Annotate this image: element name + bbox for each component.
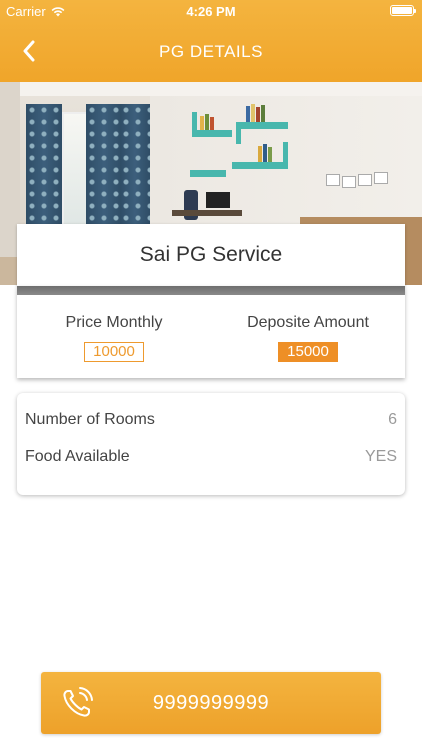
- navigation-bar: PG DETAILS: [0, 22, 422, 82]
- price-card: Price Monthly 10000 Deposite Amount 1500…: [17, 286, 405, 378]
- detail-label: Food Available: [25, 448, 130, 465]
- price-monthly: Price Monthly 10000: [17, 314, 211, 362]
- battery-icon: [390, 5, 416, 16]
- price-monthly-badge: 10000: [84, 342, 144, 362]
- price-monthly-label: Price Monthly: [65, 314, 163, 331]
- pg-name: Sai PG Service: [139, 243, 283, 266]
- page-title: PG DETAILS: [159, 42, 263, 61]
- detail-value: YES: [364, 448, 397, 465]
- status-bar: Carrier 4:26 PM: [0, 0, 422, 22]
- pg-name-card: Sai PG Service: [17, 224, 405, 286]
- detail-row: Food Available YES: [25, 448, 397, 470]
- top-bar: Carrier 4:26 PM PG DETAILS: [0, 0, 422, 82]
- detail-label: Number of Rooms: [25, 411, 155, 428]
- price-card-divider: [17, 286, 405, 295]
- call-button[interactable]: 9999999999: [41, 672, 381, 734]
- deposit-amount: Deposite Amount 15000: [211, 314, 405, 362]
- call-number: 9999999999: [152, 692, 270, 714]
- status-time: 4:26 PM: [186, 4, 236, 19]
- details-card: Number of Rooms 6 Food Available YES: [17, 393, 405, 495]
- deposit-amount-label: Deposite Amount: [247, 314, 369, 331]
- detail-value: 6: [388, 411, 397, 428]
- detail-row: Number of Rooms 6: [25, 411, 397, 433]
- deposit-amount-badge: 15000: [278, 342, 338, 362]
